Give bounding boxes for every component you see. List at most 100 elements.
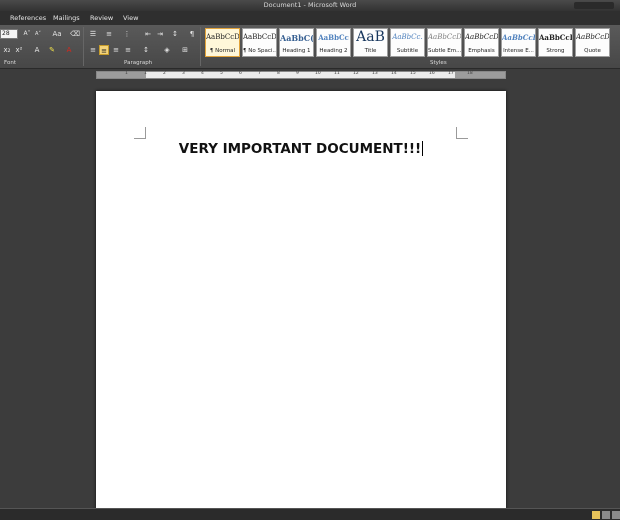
ruler-number: 16 bbox=[429, 71, 435, 76]
crop-mark-top-right bbox=[456, 127, 468, 139]
style-name: Title bbox=[364, 48, 377, 54]
tab-review[interactable]: Review bbox=[90, 11, 113, 25]
ruler-number: 1 bbox=[125, 71, 128, 76]
paragraph-group-label: Paragraph bbox=[124, 60, 153, 66]
document-page[interactable]: VERY IMPORTANT DOCUMENT!!! bbox=[96, 91, 506, 511]
style-sample: AaBbCc bbox=[318, 33, 349, 42]
style-tile[interactable]: AaBbCcDt Intense E... bbox=[501, 28, 536, 57]
style-tile[interactable]: AaBbCcDt Subtle Em... bbox=[427, 28, 462, 57]
style-tile[interactable]: AaBbCcDc Quote bbox=[575, 28, 610, 57]
increase-indent-icon[interactable]: ⇥ bbox=[155, 29, 165, 39]
ruler-number: 12 bbox=[353, 71, 359, 76]
style-name: Subtitle bbox=[396, 48, 419, 54]
style-tile[interactable]: AaBbC( Heading 1 bbox=[279, 28, 314, 57]
ruler-number: 14 bbox=[391, 71, 397, 76]
font-color-icon[interactable]: A bbox=[64, 45, 74, 55]
style-tile[interactable]: AaBbCcDc ¶ Normal bbox=[205, 28, 240, 57]
font-color-label: A bbox=[66, 46, 72, 54]
style-name: Heading 2 bbox=[319, 48, 348, 54]
clear-formatting-icon[interactable]: ⌫ bbox=[70, 29, 80, 39]
superscript-icon[interactable]: x² bbox=[14, 45, 24, 55]
status-bar bbox=[0, 508, 620, 520]
align-center-icon[interactable]: ≡ bbox=[99, 45, 109, 55]
grow-font-button[interactable]: A˄ bbox=[22, 29, 32, 39]
style-name: Quote bbox=[584, 48, 601, 54]
style-tile[interactable]: AaBbCcDt Emphasis bbox=[464, 28, 499, 57]
ruler-number: 11 bbox=[334, 71, 340, 76]
style-sample: AaBbCcDt bbox=[428, 33, 461, 41]
justify-icon[interactable]: ≡ bbox=[123, 45, 133, 55]
crop-mark-top-left bbox=[134, 127, 146, 139]
tab-references[interactable]: References bbox=[10, 11, 46, 25]
ribbon-tab-bar: References Mailings Review View bbox=[0, 11, 620, 25]
change-case-icon[interactable]: Aa bbox=[52, 29, 62, 39]
style-name: Subtle Em... bbox=[428, 48, 461, 54]
ruler-number: 3 bbox=[182, 71, 185, 76]
bullets-icon[interactable]: ☰ bbox=[88, 29, 98, 39]
ruler-left-margin bbox=[97, 72, 146, 78]
sort-icon[interactable]: ↕ bbox=[170, 29, 180, 39]
style-tile[interactable]: AaBbCcDc ¶ No Spaci... bbox=[242, 28, 277, 57]
font-group-label: Font bbox=[4, 60, 16, 66]
highlight-icon[interactable]: ✎ bbox=[47, 45, 57, 55]
full-screen-view-icon[interactable] bbox=[602, 511, 610, 519]
ruler-number: 10 bbox=[315, 71, 321, 76]
ruler-number: 17 bbox=[448, 71, 454, 76]
print-layout-view-icon[interactable] bbox=[592, 511, 600, 519]
shrink-font-label: A bbox=[35, 31, 39, 37]
ruler-number: 7 bbox=[258, 71, 261, 76]
title-bar: Document1 - Microsoft Word bbox=[0, 0, 620, 11]
style-tile[interactable]: AaBbCcDc Strong bbox=[538, 28, 573, 57]
style-sample: AaBbCcDc bbox=[243, 33, 276, 41]
style-sample: AaBbC( bbox=[280, 33, 313, 43]
grow-font-label: A bbox=[23, 30, 28, 37]
group-divider bbox=[83, 27, 84, 66]
shrink-font-button[interactable]: A˅ bbox=[33, 29, 43, 39]
style-name: ¶ Normal bbox=[209, 48, 236, 54]
style-sample: AaB bbox=[356, 29, 385, 41]
style-tile[interactable]: AaBbCc Heading 2 bbox=[316, 28, 351, 57]
decrease-indent-icon[interactable]: ⇤ bbox=[143, 29, 153, 39]
tab-view[interactable]: View bbox=[123, 11, 138, 25]
style-name: ¶ No Spaci... bbox=[243, 48, 276, 54]
multilevel-list-icon[interactable]: ⋮ bbox=[122, 29, 132, 39]
ruler-number: 1 bbox=[144, 71, 147, 76]
group-divider bbox=[200, 27, 201, 66]
text-cursor bbox=[422, 141, 424, 156]
web-layout-view-icon[interactable] bbox=[612, 511, 620, 519]
ruler-number: 13 bbox=[372, 71, 378, 76]
ruler-number: 5 bbox=[220, 71, 223, 76]
align-left-icon[interactable]: ≡ bbox=[88, 45, 98, 55]
style-name: Heading 1 bbox=[282, 48, 311, 54]
font-size-input[interactable]: 28 bbox=[0, 29, 18, 39]
ruler-number: 2 bbox=[163, 71, 166, 76]
text-effects-icon[interactable]: A bbox=[32, 45, 42, 55]
style-sample: AaBbCcDc bbox=[576, 33, 609, 41]
ruler-number: 4 bbox=[201, 71, 204, 76]
document-area: VERY IMPORTANT DOCUMENT!!! bbox=[0, 80, 620, 511]
style-tile[interactable]: AaB Title bbox=[353, 28, 388, 57]
align-right-icon[interactable]: ≡ bbox=[111, 45, 121, 55]
strikethrough-icon[interactable]: x₂ bbox=[2, 45, 12, 55]
ruler-number: 9 bbox=[296, 71, 299, 76]
show-marks-icon[interactable]: ¶ bbox=[187, 29, 197, 39]
tab-mailings[interactable]: Mailings bbox=[53, 11, 80, 25]
numbering-icon[interactable]: ≡ bbox=[104, 29, 114, 39]
style-tile[interactable]: AaBbCc. Subtitle bbox=[390, 28, 425, 57]
document-heading[interactable]: VERY IMPORTANT DOCUMENT!!! bbox=[179, 141, 421, 157]
window-controls[interactable] bbox=[574, 2, 614, 9]
shading-icon[interactable]: ◈ bbox=[162, 45, 172, 55]
ruler-right-margin bbox=[455, 72, 505, 78]
horizontal-ruler[interactable]: 1 1 2 3 4 5 6 7 8 9 10 11 12 13 14 15 16 17 18 bbox=[96, 71, 506, 79]
document-body-text[interactable]: VERY IMPORTANT DOCUMENT!!! bbox=[96, 141, 506, 157]
style-name: Strong bbox=[546, 48, 565, 54]
style-sample: AaBbCcDc bbox=[539, 33, 572, 42]
borders-icon[interactable]: ⊞ bbox=[180, 45, 190, 55]
window-title: Document1 - Microsoft Word bbox=[263, 1, 357, 9]
ruler-number: 6 bbox=[239, 71, 242, 76]
style-sample: AaBbCc. bbox=[392, 33, 423, 41]
style-sample: AaBbCcDt bbox=[502, 33, 535, 42]
line-spacing-icon[interactable]: ↕ bbox=[141, 45, 151, 55]
style-name: Emphasis bbox=[468, 48, 495, 54]
ribbon: 28 A˄ A˅ Aa ⌫ x₂ x² A ✎ A Font ☰ ≡ ⋮ ⇤ ⇥… bbox=[0, 25, 620, 69]
